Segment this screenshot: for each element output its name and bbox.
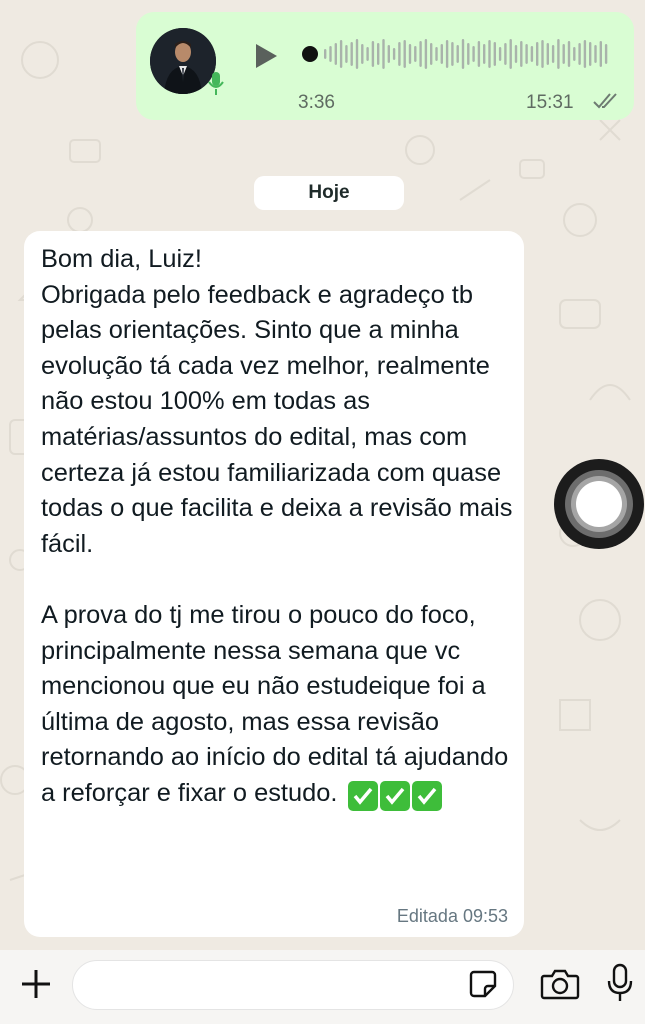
waveform-bar [424, 39, 428, 69]
microphone-icon[interactable] [604, 962, 636, 1004]
waveform-bar [488, 40, 491, 68]
waveform-bar [329, 46, 332, 62]
check-emoji [412, 780, 443, 811]
waveform-bar [509, 39, 512, 69]
edited-timestamp: Editada 09:53 [396, 906, 508, 926]
waveform-bar [408, 44, 412, 64]
waveform-bar [604, 44, 608, 64]
waveform-bar [583, 40, 587, 68]
waveform-bar [350, 42, 353, 66]
waveform-bar [594, 45, 597, 63]
plus-icon[interactable] [18, 966, 54, 1002]
double-check-icon [593, 93, 617, 109]
waveform-bar [525, 44, 528, 64]
waveform-bar [573, 47, 576, 61]
waveform-bar [398, 42, 401, 66]
waveform-bar [339, 40, 343, 68]
audio-waveform[interactable] [300, 38, 610, 70]
play-icon[interactable] [253, 42, 279, 70]
date-separator: Hoje [254, 176, 404, 210]
waveform-bar [530, 46, 534, 62]
waveform-bar [461, 39, 465, 69]
waveform-bar [599, 41, 602, 67]
message-text: Bom dia, Luiz! Obrigada pelo feedback e … [41, 242, 521, 812]
message-input[interactable] [72, 960, 514, 1010]
waveform-bar [578, 43, 581, 65]
waveform-bar [467, 43, 470, 65]
waveform-bar [361, 44, 364, 64]
waveform-bar [551, 45, 555, 63]
waveform-bar [440, 44, 443, 64]
waveform-bar [435, 47, 438, 61]
waveform-bar [451, 42, 454, 66]
waveform-bar [589, 42, 592, 66]
mic-icon [208, 72, 224, 95]
waveform-bar [514, 45, 518, 63]
waveform-bar [536, 42, 539, 66]
waveform-bar [414, 46, 417, 62]
waveform-bar [477, 41, 481, 67]
waveform-bar [520, 41, 523, 67]
waveform-bar [371, 41, 375, 67]
waveform-bar [377, 43, 380, 65]
waveform-bar [392, 48, 396, 60]
voice-message-bubble[interactable]: 3:36 15:31 [136, 12, 634, 120]
waveform-bar [334, 43, 337, 65]
waveform-bar [546, 43, 549, 65]
waveform-bar [562, 44, 565, 64]
check-emoji [348, 780, 379, 811]
waveform-bar [541, 40, 544, 68]
message-body: Bom dia, Luiz! Obrigada pelo feedback e … [41, 245, 513, 807]
voice-duration: 3:36 [298, 92, 335, 113]
floating-circle-button[interactable] [553, 458, 645, 550]
waveform-bar [324, 49, 327, 59]
waveform-bar [472, 46, 475, 62]
waveform-bar [355, 39, 359, 69]
waveform-bar [345, 45, 348, 63]
check-emoji [380, 780, 411, 811]
waveform-bar [430, 43, 433, 65]
waveform-bar [483, 44, 486, 64]
check-emoji-group [348, 780, 443, 811]
message-time: 15:31 [526, 92, 574, 113]
waveform-bar [456, 45, 459, 63]
waveform-bar [445, 40, 449, 68]
waveform-bar [493, 42, 496, 66]
waveform-bar [504, 43, 507, 65]
waveform-bar [366, 47, 369, 61]
camera-icon[interactable] [540, 966, 580, 1002]
waveform-bar [419, 41, 422, 67]
waveform-bar [403, 40, 406, 68]
waveform-bar [382, 39, 385, 69]
waveform-bar [498, 47, 502, 61]
incoming-message-bubble[interactable]: Bom dia, Luiz! Obrigada pelo feedback e … [24, 231, 524, 937]
sticker-icon[interactable] [468, 969, 498, 999]
waveform-bar [557, 39, 560, 69]
waveform-bar [567, 41, 571, 67]
waveform-bar [387, 45, 390, 63]
